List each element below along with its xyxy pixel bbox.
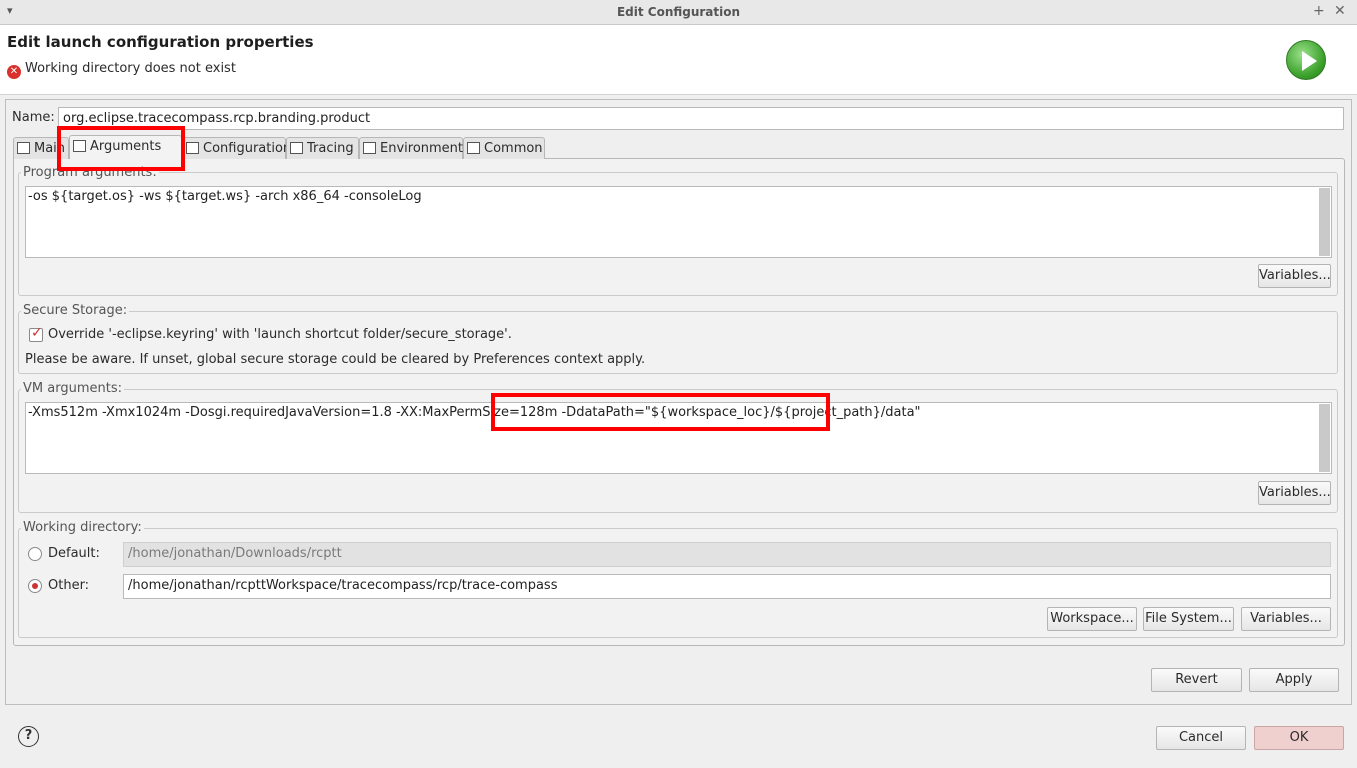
cancel-button[interactable]: Cancel	[1156, 726, 1246, 750]
default-directory-input: /home/jonathan/Downloads/rcptt	[123, 542, 1331, 567]
arguments-tab-highlight	[57, 126, 185, 171]
dialog-header: Edit launch configuration properties ✕ Wo…	[0, 25, 1357, 95]
tab-tracing-label: Tracing	[307, 141, 354, 156]
override-keyring-label: Override '-eclipse.keyring' with 'launch…	[48, 327, 512, 342]
vm-arguments-title: VM arguments:	[21, 381, 124, 396]
working-directory-variables-button[interactable]: Variables...	[1241, 607, 1331, 631]
vm-arguments-text-part1: -Xms512m -Xmx1024m -Dosgi.requiredJavaVe…	[28, 405, 558, 420]
tab-configuration-label: Configuration	[203, 141, 292, 156]
tab-environment-label: Environment	[380, 141, 464, 156]
help-icon[interactable]: ?	[18, 726, 39, 747]
configuration-tab-icon	[186, 142, 199, 154]
window-titlebar: ▾ Edit Configuration + ✕	[0, 0, 1357, 25]
dialog-footer	[0, 706, 1357, 768]
other-radio[interactable]	[28, 579, 42, 593]
vm-arguments-scrollbar[interactable]	[1319, 404, 1330, 472]
secure-storage-note: Please be aware. If unset, global secure…	[25, 352, 646, 367]
override-keyring-checkbox[interactable]: ✓	[29, 325, 43, 342]
other-directory-input[interactable]: /home/jonathan/rcpttWorkspace/tracecompa…	[123, 574, 1331, 599]
window-title: Edit Configuration	[616, 5, 741, 19]
maximize-icon[interactable]: +	[1313, 3, 1325, 19]
error-circle-icon: ✕	[7, 65, 21, 79]
default-label: Default:	[48, 546, 100, 561]
workspace-button[interactable]: Workspace...	[1047, 607, 1137, 631]
close-icon[interactable]: ✕	[1334, 3, 1346, 19]
tab-tracing[interactable]: Tracing	[286, 137, 359, 159]
revert-button[interactable]: Revert	[1151, 668, 1242, 692]
file-system-button[interactable]: File System...	[1143, 607, 1234, 631]
apply-button[interactable]: Apply	[1249, 668, 1339, 692]
program-arguments-text: -os ${target.os} -ws ${target.ws} -arch …	[28, 189, 422, 204]
program-arguments-variables-button[interactable]: Variables...	[1258, 264, 1331, 288]
working-directory-title: Working directory:	[21, 520, 144, 535]
tab-environment[interactable]: Environment	[359, 137, 463, 159]
tab-configuration[interactable]: Configuration	[182, 137, 291, 159]
environment-tab-icon	[363, 142, 376, 154]
name-label: Name:	[12, 110, 55, 125]
secure-storage-title: Secure Storage:	[21, 303, 130, 318]
tab-common-label: Common	[484, 141, 543, 156]
program-arguments-textarea[interactable]: -os ${target.os} -ws ${target.ws} -arch …	[25, 186, 1332, 258]
default-radio[interactable]	[28, 547, 42, 561]
datapath-highlight	[491, 393, 830, 431]
main-tab-icon	[17, 142, 30, 154]
dialog-heading: Edit launch configuration properties	[7, 33, 314, 51]
other-label: Other:	[48, 578, 90, 593]
vm-arguments-variables-button[interactable]: Variables...	[1258, 481, 1331, 505]
common-tab-icon	[467, 142, 480, 154]
run-launch-icon	[1286, 40, 1326, 80]
name-input[interactable]: org.eclipse.tracecompass.rcp.branding.pr…	[58, 107, 1344, 130]
ok-button[interactable]: OK	[1254, 726, 1344, 750]
error-message: ✕ Working directory does not exist	[7, 61, 236, 79]
program-arguments-scrollbar[interactable]	[1319, 188, 1330, 256]
error-text: Working directory does not exist	[25, 61, 236, 76]
tracing-tab-icon	[290, 142, 303, 154]
tab-common[interactable]: Common	[463, 137, 545, 159]
